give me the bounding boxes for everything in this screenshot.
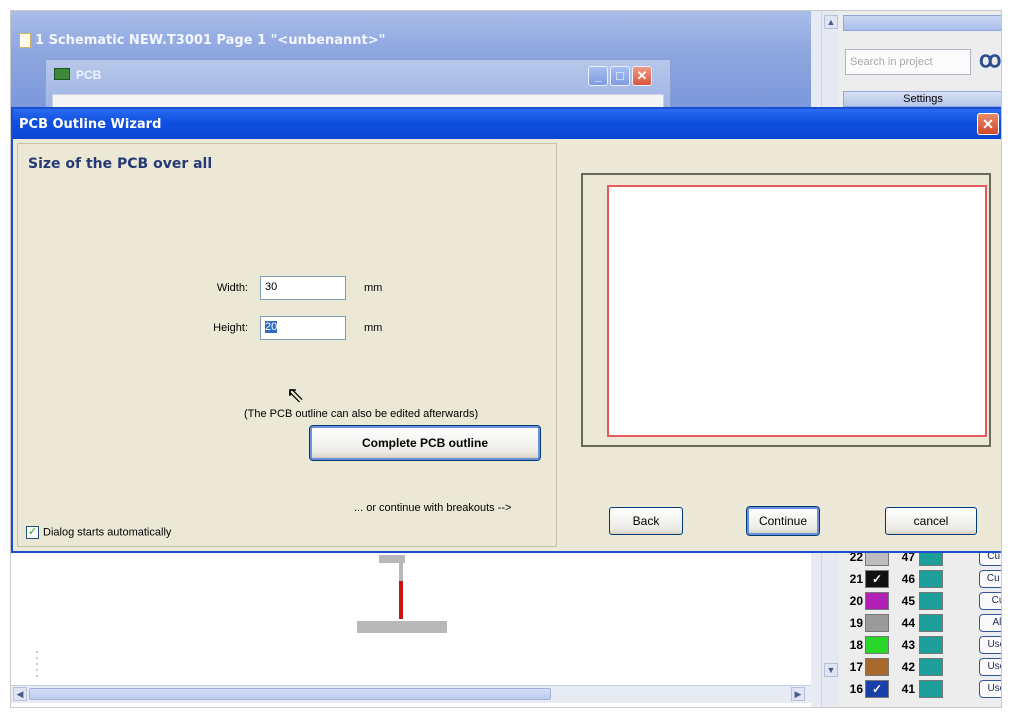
scroll-down-icon[interactable]: ▼: [824, 663, 838, 677]
scroll-left-icon[interactable]: ◀: [13, 687, 27, 701]
layer-filter-button[interactable]: Cu: [979, 592, 1001, 610]
layer-row[interactable]: 16 ✓ 41 User: [843, 679, 1001, 699]
minimize-icon[interactable]: _: [588, 66, 608, 86]
layer-number: 44: [901, 616, 915, 630]
checkmark-icon: ✓: [871, 572, 883, 586]
project-search-input[interactable]: Search in project: [845, 49, 971, 75]
component-top-pad: [379, 555, 405, 563]
layer-color-swatch[interactable]: [865, 592, 889, 610]
layer-number: 19: [849, 616, 863, 630]
schematic-canvas[interactable]: [11, 553, 811, 685]
dialog-titlebar: PCB Outline Wizard ✕: [13, 109, 1001, 139]
schematic-drawing: [36, 555, 447, 681]
size-heading: Size of the PCB over all: [28, 156, 213, 172]
auto-start-label: Dialog starts automatically: [43, 526, 172, 539]
layer-color-swatch[interactable]: [919, 680, 943, 698]
preview-pane: Back Continue cancel: [561, 143, 1001, 547]
horizontal-scrollbar[interactable]: ◀ ▶: [11, 685, 811, 703]
layer-filter-button[interactable]: Cu B: [979, 570, 1001, 588]
layer-row[interactable]: 17 42 User: [843, 657, 1001, 677]
layer-number: 20: [849, 594, 863, 608]
auto-start-checkbox[interactable]: ✓: [26, 526, 39, 539]
layer-number: 21: [849, 572, 863, 586]
checkmark-icon: ✓: [871, 682, 883, 696]
layer-row[interactable]: 18 43 User: [843, 635, 1001, 655]
layer-color-swatch[interactable]: ✓: [865, 680, 889, 698]
horizontal-scroll-thumb[interactable]: [29, 688, 551, 700]
application-frame: 1 Schematic NEW.T3001 Page 1 "<unbenannt…: [10, 10, 1002, 708]
layer-row[interactable]: 19 44 All: [843, 613, 1001, 633]
outline-edit-note: (The PCB outline can also be edited afte…: [244, 408, 479, 420]
height-unit: mm: [364, 322, 383, 334]
layer-number: 45: [901, 594, 915, 608]
pcb-board-icon: [54, 68, 70, 80]
layer-color-swatch[interactable]: [919, 658, 943, 676]
layer-color-swatch[interactable]: [919, 592, 943, 610]
component-lead-gray: [399, 563, 403, 581]
back-button[interactable]: Back: [609, 507, 683, 535]
width-label: Width:: [216, 282, 248, 294]
size-settings-pane: Size of the PCB over all Width: 30 mm He…: [17, 143, 557, 547]
layer-color-swatch[interactable]: [865, 614, 889, 632]
layer-row[interactable]: 21 ✓ 46 Cu B: [843, 569, 1001, 589]
component-bottom-pad: [357, 621, 447, 633]
right-panel-toolbar[interactable]: [843, 15, 1001, 31]
document-icon: [19, 33, 31, 48]
layer-filter-button[interactable]: All: [979, 614, 1001, 632]
layer-color-swatch[interactable]: [919, 636, 943, 654]
layer-number: 42: [901, 660, 915, 674]
layer-filter-button[interactable]: User: [979, 658, 1001, 676]
layer-number: 17: [849, 660, 863, 674]
pcb-outline-preview: [607, 185, 987, 437]
layer-color-swatch[interactable]: [919, 570, 943, 588]
scroll-right-icon[interactable]: ▶: [791, 687, 805, 701]
close-icon[interactable]: ✕: [632, 66, 652, 86]
layer-number: 16: [849, 682, 863, 696]
binoculars-icon[interactable]: ꝏ: [979, 47, 1001, 75]
layer-filter-button[interactable]: User: [979, 680, 1001, 698]
width-input[interactable]: 30: [260, 276, 346, 300]
schematic-window-titlebar: 1 Schematic NEW.T3001 Page 1 "<unbenannt…: [11, 11, 811, 120]
auto-start-checkbox-row[interactable]: ✓ Dialog starts automatically: [26, 526, 171, 539]
layer-color-swatch[interactable]: [919, 614, 943, 632]
component-lead-red: [399, 581, 403, 619]
dialog-title: PCB Outline Wizard: [19, 117, 162, 132]
mouse-cursor-icon: ⇖: [286, 382, 305, 407]
height-label: Height:: [213, 322, 248, 334]
pcb-outline-wizard-dialog: PCB Outline Wizard ✕ Size of the PCB ove…: [11, 107, 1001, 553]
cancel-button[interactable]: cancel: [885, 507, 977, 535]
settings-header[interactable]: Settings: [843, 91, 1001, 107]
complete-pcb-outline-button[interactable]: Complete PCB outline: [309, 425, 541, 461]
pcb-window-title: PCB: [76, 68, 102, 82]
layer-number: 41: [901, 682, 915, 696]
layer-color-swatch[interactable]: [865, 658, 889, 676]
breakouts-hint: ... or continue with breakouts -->: [354, 502, 512, 514]
layer-filter-button[interactable]: User: [979, 636, 1001, 654]
layer-number: 43: [901, 638, 915, 652]
pcb-preview-frame: [581, 173, 991, 447]
height-input[interactable]: 20: [260, 316, 346, 340]
maximize-icon[interactable]: □: [610, 66, 630, 86]
layer-number: 46: [901, 572, 915, 586]
layer-color-swatch[interactable]: ✓: [865, 570, 889, 588]
layer-number: 18: [849, 638, 863, 652]
width-unit: mm: [364, 282, 383, 294]
continue-button[interactable]: Continue: [746, 506, 820, 536]
scroll-up-icon[interactable]: ▲: [824, 15, 838, 29]
dialog-close-icon[interactable]: ✕: [977, 113, 999, 135]
layer-color-swatch[interactable]: [865, 636, 889, 654]
schematic-window-title: 1 Schematic NEW.T3001 Page 1 "<unbenannt…: [35, 33, 386, 48]
layer-row[interactable]: 20 45 Cu: [843, 591, 1001, 611]
